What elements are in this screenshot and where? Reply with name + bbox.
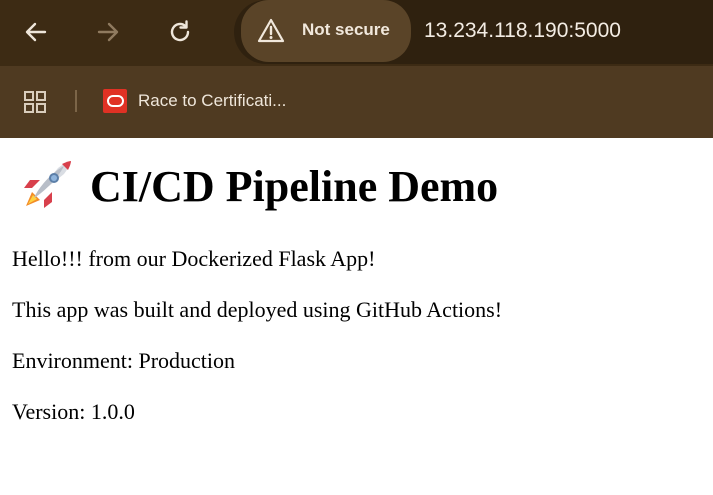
greeting-paragraph: Hello!!! from our Dockerized Flask App! xyxy=(12,246,376,271)
arrow-left-icon xyxy=(25,22,47,42)
security-indicator[interactable]: Not secure xyxy=(241,0,411,62)
reload-button[interactable] xyxy=(160,12,200,52)
apps-grid-icon[interactable] xyxy=(24,91,46,113)
page-title-text: CI/CD Pipeline Demo xyxy=(90,161,499,211)
arrow-right-icon xyxy=(97,22,119,42)
browser-toolbar: Not secure 13.234.118.190:5000 xyxy=(0,0,713,66)
bookmark-item[interactable]: Race to Certificati... xyxy=(103,88,286,114)
back-button[interactable] xyxy=(16,12,56,52)
forward-button[interactable] xyxy=(88,12,128,52)
bookmark-label: Race to Certificati... xyxy=(138,91,287,110)
oracle-favicon-icon xyxy=(103,89,127,113)
bookmarks-divider xyxy=(75,90,77,112)
environment-paragraph: Environment: Production xyxy=(12,348,236,373)
security-label: Not secure xyxy=(302,20,390,39)
version-paragraph: Version: 1.0.0 xyxy=(12,399,135,424)
browser-chrome: Not secure 13.234.118.190:5000 Race to C… xyxy=(0,0,713,138)
url-text[interactable]: 13.234.118.190:5000 xyxy=(424,19,621,43)
bookmarks-bar: Race to Certificati... xyxy=(0,66,713,138)
page-content: CI/CD Pipeline Demo Hello!!! from our Do… xyxy=(12,138,702,424)
reload-icon xyxy=(170,20,190,42)
deploy-paragraph: This app was built and deployed using Gi… xyxy=(12,297,503,322)
warning-triangle-icon xyxy=(257,18,285,43)
rocket-icon xyxy=(24,161,71,208)
page-title: CI/CD Pipeline Demo xyxy=(18,158,702,214)
